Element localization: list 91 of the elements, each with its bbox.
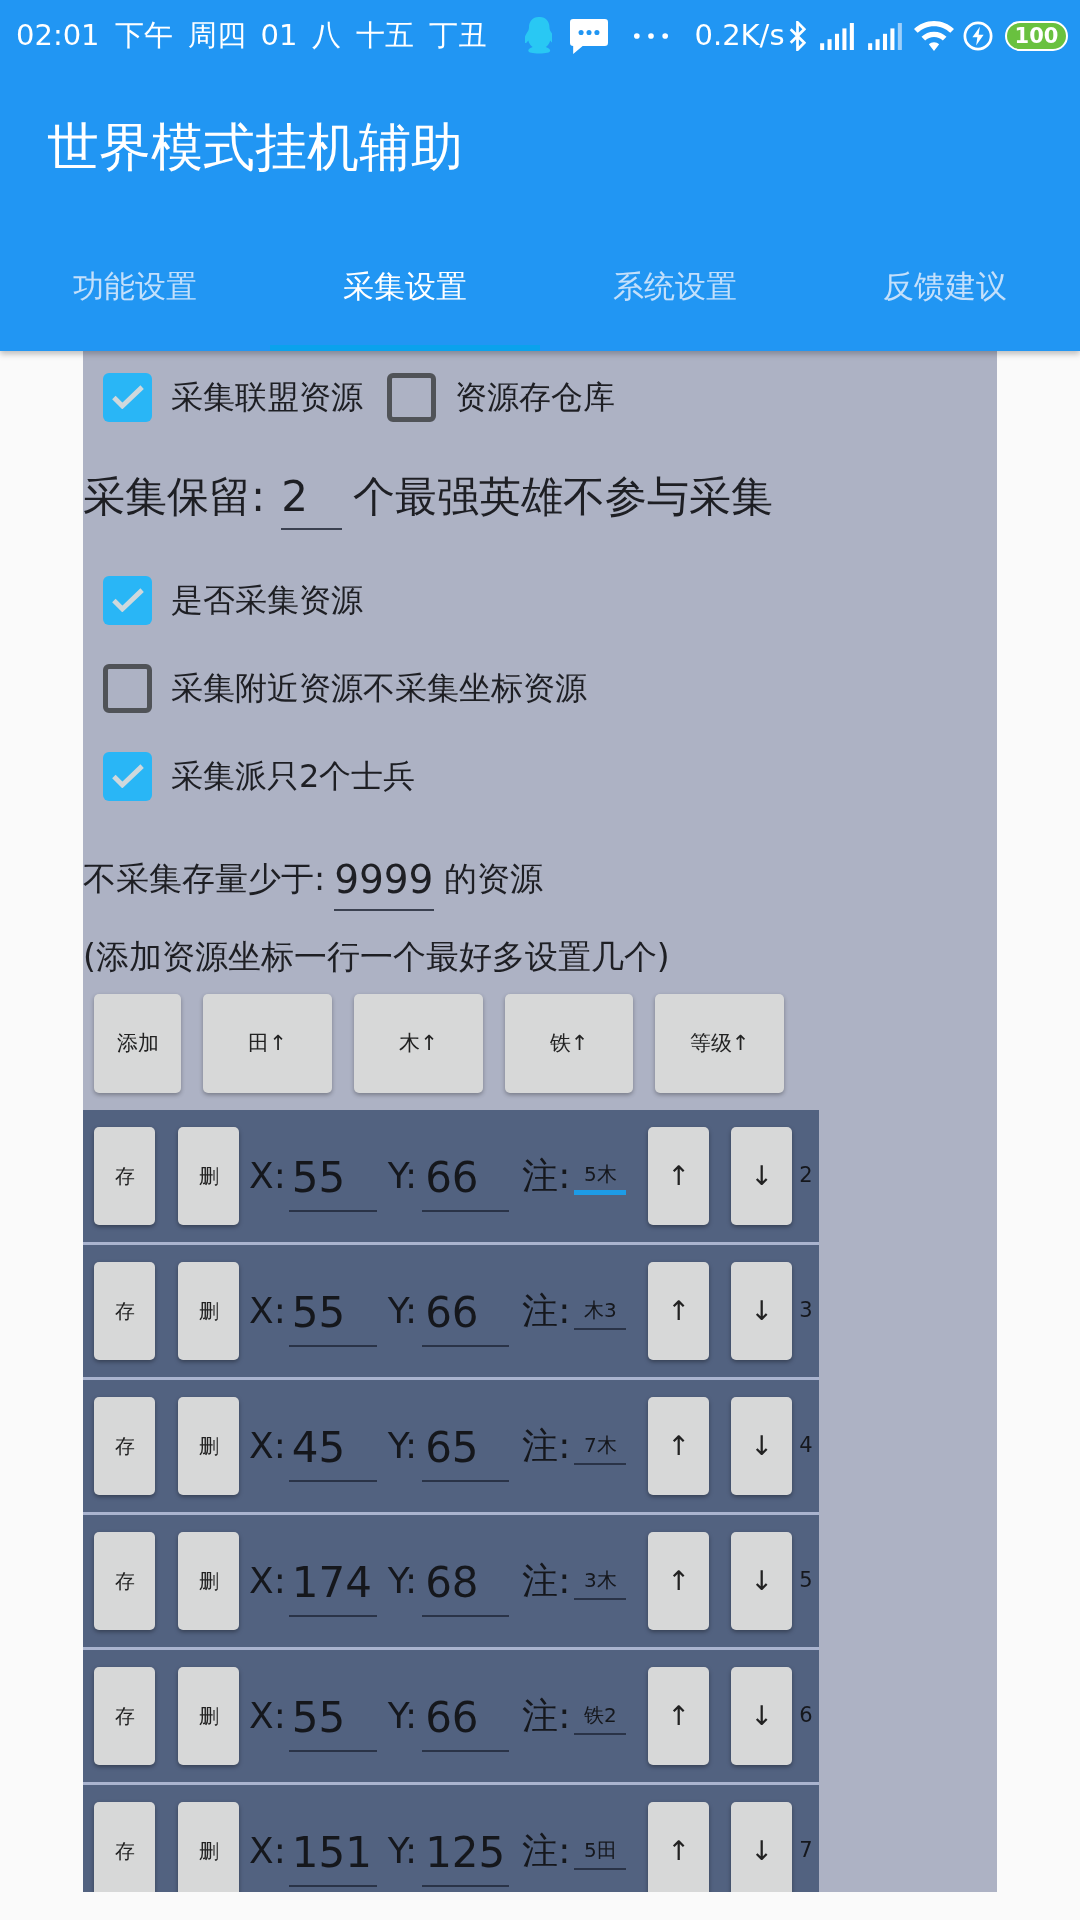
save-button[interactable]: 存 bbox=[94, 1262, 155, 1360]
app-title: 世界模式挂机辅助 bbox=[47, 116, 463, 179]
x-label: X: bbox=[249, 1289, 286, 1333]
y-label: Y: bbox=[387, 1289, 418, 1333]
move-up-button[interactable]: ↑ bbox=[648, 1532, 710, 1630]
min-stock-suffix: 的资源 bbox=[444, 858, 544, 901]
checkbox[interactable] bbox=[387, 372, 436, 422]
network-speed: 0.2K/s bbox=[694, 17, 785, 55]
x-label: X: bbox=[249, 1694, 286, 1738]
status-text: 丁丑 bbox=[429, 17, 488, 55]
status-text: 八 bbox=[312, 17, 342, 55]
save-button[interactable]: 存 bbox=[94, 1397, 155, 1495]
move-down-button[interactable]: ↓ bbox=[731, 1127, 793, 1225]
y-label: Y: bbox=[387, 1154, 418, 1198]
status-text: 十五 bbox=[356, 17, 415, 55]
lightning-circle-icon bbox=[962, 21, 993, 51]
y-label: Y: bbox=[387, 1559, 418, 1603]
chat-bubble-icon bbox=[570, 18, 609, 54]
save-button[interactable]: 存 bbox=[94, 1532, 155, 1630]
checkbox-label: 采集联盟资源 bbox=[171, 377, 363, 418]
sort-button[interactable]: 田↑ bbox=[203, 994, 332, 1093]
row-number: 5 bbox=[799, 1567, 813, 1595]
delete-button[interactable]: 删 bbox=[178, 1667, 239, 1765]
save-button[interactable]: 存 bbox=[94, 1667, 155, 1765]
min-stock-label: 不采集存量少于: bbox=[83, 858, 326, 901]
signal-icon bbox=[819, 22, 854, 50]
save-button[interactable]: 存 bbox=[94, 1127, 155, 1225]
signal-icon bbox=[867, 22, 902, 50]
row-number: 2 bbox=[799, 1162, 813, 1190]
delete-button[interactable]: 删 bbox=[178, 1262, 239, 1360]
checkbox[interactable] bbox=[103, 372, 152, 422]
row-number: 4 bbox=[799, 1432, 813, 1460]
move-down-button[interactable]: ↓ bbox=[731, 1262, 793, 1360]
add-button[interactable]: 添加 bbox=[94, 994, 181, 1093]
delete-button[interactable]: 删 bbox=[178, 1397, 239, 1495]
penguin-icon bbox=[525, 17, 553, 55]
reserve-label: 采集保留: bbox=[83, 470, 266, 523]
move-down-button[interactable]: ↓ bbox=[731, 1667, 793, 1765]
delete-button[interactable]: 删 bbox=[178, 1127, 239, 1225]
hint-text: (添加资源坐标一行一个最好多设置几个) bbox=[83, 936, 670, 979]
delete-button[interactable]: 删 bbox=[178, 1802, 239, 1892]
sort-button[interactable]: 木↑ bbox=[354, 994, 483, 1093]
checkbox[interactable] bbox=[103, 663, 152, 713]
move-up-button[interactable]: ↑ bbox=[648, 1397, 710, 1495]
move-down-button[interactable]: ↓ bbox=[731, 1397, 793, 1495]
move-up-button[interactable]: ↑ bbox=[648, 1262, 710, 1360]
x-label: X: bbox=[249, 1424, 286, 1468]
row-number: 7 bbox=[799, 1837, 813, 1865]
note-label: 注: bbox=[522, 1559, 571, 1603]
move-down-button[interactable]: ↓ bbox=[731, 1532, 793, 1630]
check-icon bbox=[111, 764, 144, 788]
wifi-icon bbox=[913, 21, 954, 51]
sort-button[interactable]: 铁↑ bbox=[505, 994, 633, 1093]
move-up-button[interactable]: ↑ bbox=[648, 1667, 710, 1765]
note-label: 注: bbox=[522, 1424, 571, 1468]
status-text: 周四 bbox=[187, 17, 246, 55]
y-label: Y: bbox=[387, 1829, 418, 1873]
bluetooth-icon bbox=[788, 21, 806, 51]
x-label: X: bbox=[249, 1154, 286, 1198]
checkbox-label: 是否采集资源 bbox=[171, 580, 363, 621]
save-button[interactable]: 存 bbox=[94, 1802, 155, 1892]
move-down-button[interactable]: ↓ bbox=[731, 1802, 793, 1892]
note-label: 注: bbox=[522, 1694, 571, 1738]
more-dots-icon bbox=[634, 33, 669, 39]
reserve-input-field[interactable]: 2 bbox=[281, 466, 343, 530]
check-icon bbox=[111, 588, 144, 612]
checkbox-label: 采集附近资源不采集坐标资源 bbox=[171, 668, 587, 709]
check-icon bbox=[111, 385, 144, 409]
status-text: 01 bbox=[260, 17, 298, 55]
battery-indicator: 100 bbox=[1004, 21, 1069, 51]
reserve-suffix: 个最强英雄不参与采集 bbox=[353, 470, 774, 523]
y-label: Y: bbox=[387, 1694, 418, 1738]
checkbox-label: 采集派只2个士兵 bbox=[171, 756, 416, 797]
move-up-button[interactable]: ↑ bbox=[648, 1802, 710, 1892]
sort-button[interactable]: 等级↑ bbox=[655, 994, 784, 1093]
status-text: 02:01 bbox=[16, 17, 100, 55]
note-label: 注: bbox=[522, 1154, 571, 1198]
min-stock-input-field[interactable]: 9999 bbox=[334, 849, 435, 911]
row-number: 3 bbox=[799, 1297, 813, 1325]
x-label: X: bbox=[249, 1829, 286, 1873]
status-text: 下午 bbox=[114, 17, 173, 55]
delete-button[interactable]: 删 bbox=[178, 1532, 239, 1630]
note-label: 注: bbox=[522, 1289, 571, 1333]
row-number: 6 bbox=[799, 1702, 813, 1730]
checkbox[interactable] bbox=[103, 575, 152, 625]
checkbox[interactable] bbox=[103, 751, 152, 801]
x-label: X: bbox=[249, 1559, 286, 1603]
note-label: 注: bbox=[522, 1829, 571, 1873]
move-up-button[interactable]: ↑ bbox=[648, 1127, 710, 1225]
y-label: Y: bbox=[387, 1424, 418, 1468]
checkbox-label: 资源存仓库 bbox=[455, 377, 615, 418]
